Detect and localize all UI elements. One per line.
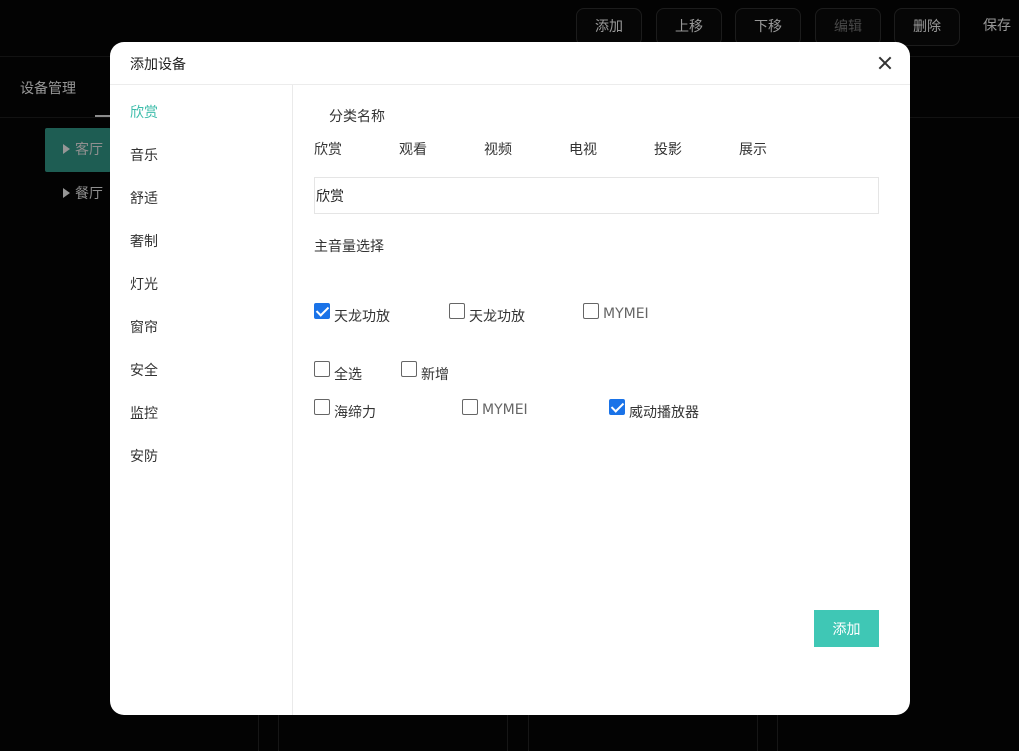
sidebar-item-music[interactable]: 音乐 (130, 145, 158, 165)
dialog-title: 添加设备 (130, 57, 186, 73)
close-icon[interactable] (876, 54, 894, 72)
sidebar-item-monitoring[interactable]: 监控 (130, 403, 158, 423)
sidebar-item-curtain[interactable]: 窗帘 (130, 317, 158, 337)
checkbox-label: 天龙功放 (469, 309, 525, 325)
add-device-dialog: 添加设备 欣赏 音乐 舒适 奢制 灯光 窗帘 安全 监控 安防 分类名称 欣赏 … (110, 42, 910, 715)
checkbox-unchecked-icon[interactable] (401, 361, 417, 377)
sidebar-item-comfort[interactable]: 舒适 (130, 188, 158, 208)
checkbox-label: MYMEI (603, 306, 649, 322)
category-name-input[interactable] (314, 177, 879, 214)
checkbox-unchecked-icon[interactable] (314, 399, 330, 415)
sidebar-item-lighting[interactable]: 灯光 (130, 274, 158, 294)
main-volume-label: 主音量选择 (314, 239, 384, 255)
category-tag[interactable]: 展示 (739, 139, 767, 159)
checkbox-label: 天龙功放 (334, 309, 390, 325)
dialog-header: 添加设备 (110, 42, 910, 85)
checkbox-unchecked-icon[interactable] (462, 399, 478, 415)
checkbox-label: MYMEI (482, 402, 528, 418)
checkbox-checked-icon[interactable] (314, 303, 330, 319)
category-name-label: 分类名称 (329, 109, 385, 125)
checkbox-unchecked-icon[interactable] (449, 303, 465, 319)
category-tag[interactable]: 投影 (654, 139, 682, 159)
sidebar-item-safety[interactable]: 安全 (130, 360, 158, 380)
checkbox-checked-icon[interactable] (609, 399, 625, 415)
checkbox-unchecked-icon[interactable] (583, 303, 599, 319)
checkbox-label: 全选 (334, 367, 362, 383)
checkbox-label: 海缔力 (334, 405, 376, 421)
category-tag[interactable]: 视频 (484, 139, 512, 159)
add-device-button[interactable]: 添加 (814, 610, 879, 647)
category-sidebar: 欣赏 音乐 舒适 奢制 灯光 窗帘 安全 监控 安防 (110, 85, 293, 715)
category-tag[interactable]: 电视 (569, 139, 597, 159)
dialog-content: 分类名称 欣赏 观看 视频 电视 投影 展示 主音量选择 天龙功放 天龙功放 M… (294, 85, 910, 715)
sidebar-item-appreciate[interactable]: 欣赏 (130, 102, 158, 122)
category-tag[interactable]: 欣赏 (314, 139, 342, 159)
category-tag[interactable]: 观看 (399, 139, 427, 159)
checkbox-unchecked-icon[interactable] (314, 361, 330, 377)
checkbox-label: 威动播放器 (629, 405, 699, 421)
checkbox-label: 新增 (421, 367, 449, 383)
sidebar-item-custom[interactable]: 奢制 (130, 231, 158, 251)
sidebar-item-security[interactable]: 安防 (130, 446, 158, 466)
